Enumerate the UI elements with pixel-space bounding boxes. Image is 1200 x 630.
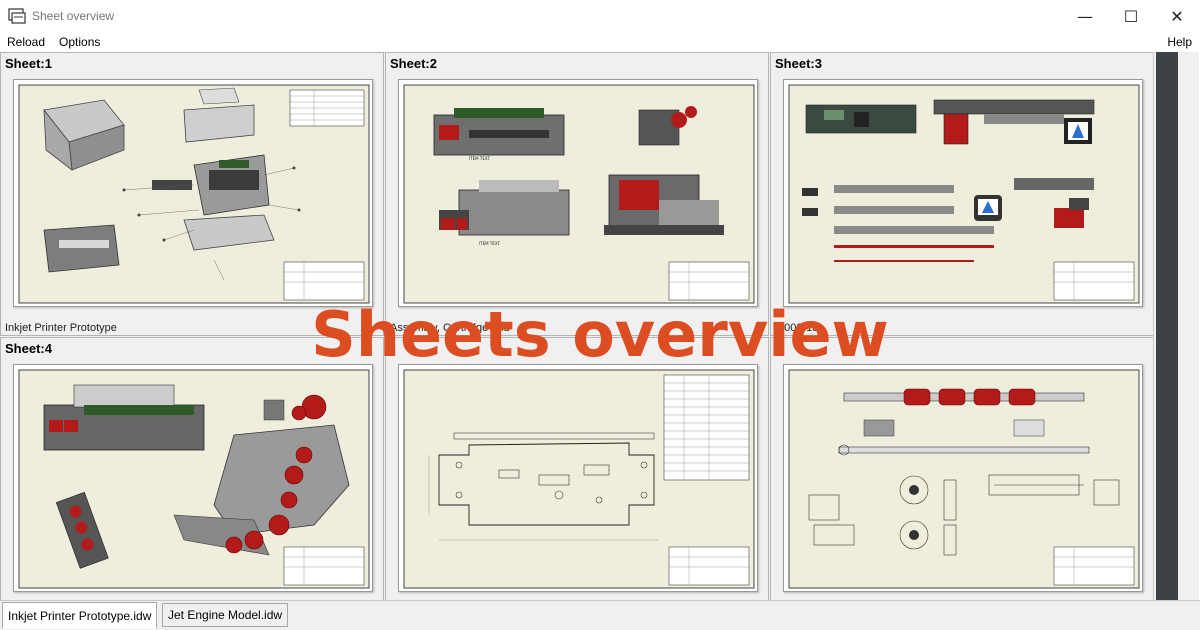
window-title: Sheet overview [32, 9, 115, 23]
drawing-preview: ITEM TEXT ITEM TEXT [403, 84, 755, 304]
sheet-title: Sheet:3 [775, 56, 822, 71]
sheet-title: Sheet:2 [390, 56, 437, 71]
app-icon [8, 8, 26, 24]
menu-item-reload[interactable]: Reload [0, 32, 52, 52]
window-controls: — ☐ ✕ [1062, 0, 1200, 32]
document-tab-bar: Inkjet Printer Prototype.idw Jet Engine … [0, 600, 1200, 630]
svg-text:ITEM TEXT: ITEM TEXT [479, 241, 501, 246]
sheet-thumbnail[interactable] [398, 364, 758, 592]
menu-item-options[interactable]: Options [52, 32, 107, 52]
drawing-preview [18, 369, 370, 589]
sheet-thumbnail[interactable] [13, 79, 373, 307]
sheet-title: Sheet:1 [5, 56, 52, 71]
menu-bar: Reload Options Help [0, 32, 1200, 52]
sheet-thumbnail[interactable]: ITEM TEXT ITEM TEXT [398, 79, 758, 307]
drawing-preview [18, 84, 370, 304]
drawing-preview [403, 369, 755, 589]
drawing-preview [788, 369, 1140, 589]
maximize-button[interactable]: ☐ [1108, 0, 1154, 32]
svg-text:ITEM TEXT: ITEM TEXT [469, 156, 491, 161]
sheet-thumbnail[interactable] [783, 364, 1143, 592]
title-bar: Sheet overview — ☐ ✕ [0, 0, 1200, 32]
sheet-thumbnail[interactable] [783, 79, 1143, 307]
sheet-cell-4[interactable]: Sheet:4 [0, 337, 384, 621]
sheet-cell-5[interactable] [385, 337, 769, 621]
overlay-headline: Sheets overview [311, 298, 889, 371]
sheet-cell-6[interactable] [770, 337, 1154, 621]
sheet-cell-3[interactable]: Sheet:3 ...000-13 [770, 52, 1154, 336]
minimize-button[interactable]: — [1062, 0, 1108, 32]
menu-item-help[interactable]: Help [1167, 32, 1192, 52]
close-button[interactable]: ✕ [1154, 0, 1200, 32]
drawing-preview [788, 84, 1140, 304]
sheet-thumbnail[interactable] [13, 364, 373, 592]
tab-jet-engine-model[interactable]: Jet Engine Model.idw [162, 603, 289, 627]
tab-inkjet-printer-prototype[interactable]: Inkjet Printer Prototype.idw [2, 602, 158, 629]
sheet-cell-2[interactable]: Sheet:2 ITEM TEXT ITEM TEXT Assembly, Ca… [385, 52, 769, 336]
sheet-cell-1[interactable]: Sheet:1 Inkjet Printer Prototype [0, 52, 384, 336]
